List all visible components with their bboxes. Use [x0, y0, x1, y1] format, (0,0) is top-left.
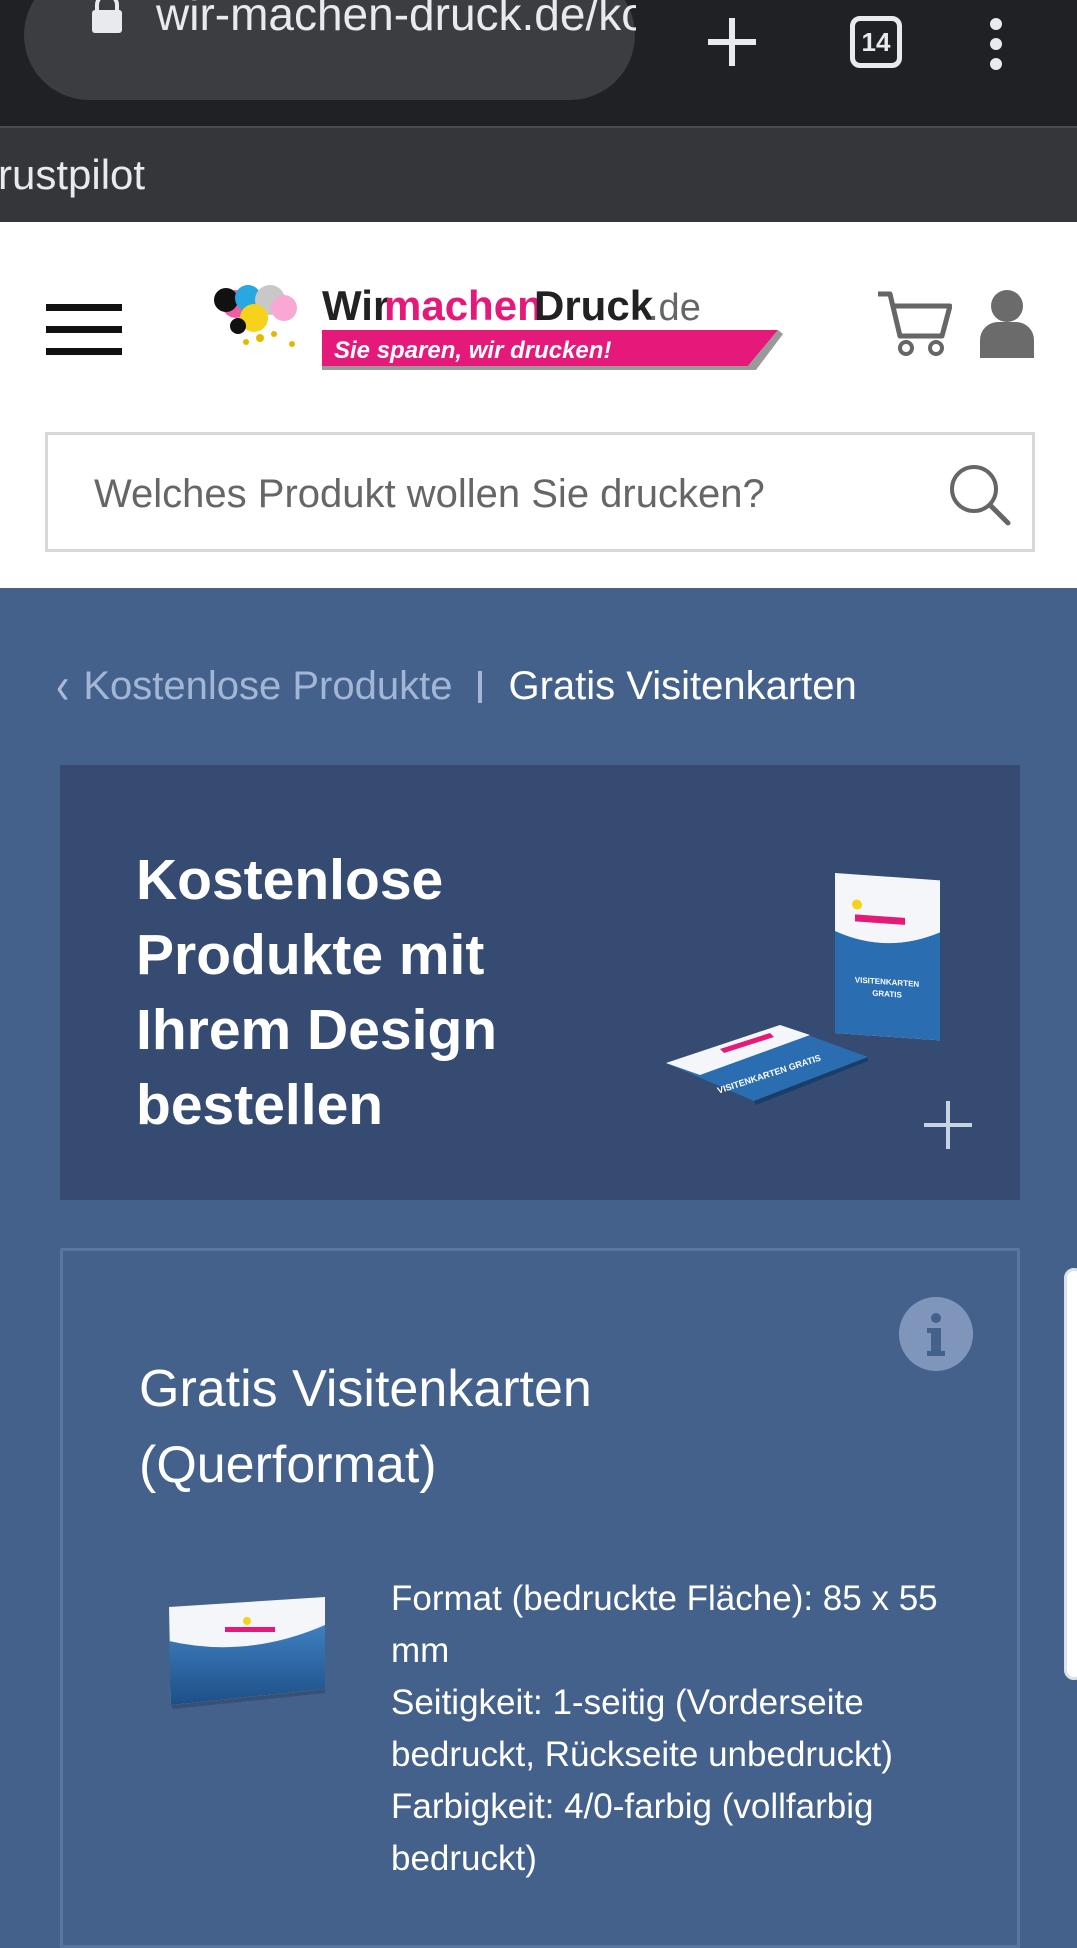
- breadcrumb-link-kostenlose-produkte[interactable]: Kostenlose Produkte: [83, 664, 452, 708]
- tab-switcher-icon[interactable]: 14: [850, 16, 902, 68]
- chevron-left-icon[interactable]: ‹: [56, 647, 69, 725]
- user-icon[interactable]: [978, 288, 1036, 358]
- product-title[interactable]: Gratis Visitenkarten (Querformat): [139, 1351, 739, 1503]
- product-specs: Format (bedruckte Fläche): 85 x 55 mm Se…: [391, 1573, 951, 1885]
- hero-banner[interactable]: Kostenlose Produkte mit Ihrem Design bes…: [60, 765, 1020, 1200]
- info-icon[interactable]: [899, 1297, 973, 1371]
- spec-farbigkeit: Farbigkeit: 4/0-farbig (vollfarbig bedru…: [391, 1787, 874, 1878]
- bookmark-bar: rustpilot: [0, 126, 1077, 222]
- browser-toolbar: wir-machen-druck.de/kostenlose-produkte …: [0, 0, 1077, 126]
- spec-seitigkeit: Seitigkeit: 1-seitig (Vorderseite bedruc…: [391, 1683, 893, 1774]
- breadcrumb-separator: [478, 671, 483, 703]
- cart-icon[interactable]: [876, 288, 952, 358]
- breadcrumb-current: Gratis Visitenkarten: [508, 664, 857, 708]
- bookmark-bar-text[interactable]: rustpilot: [0, 148, 145, 202]
- product-card[interactable]: Gratis Visitenkarten (Querformat) Format…: [60, 1248, 1020, 1948]
- product-thumbnail[interactable]: [163, 1581, 343, 1721]
- hero-title: Kostenlose Produkte mit Ihrem Design bes…: [136, 848, 498, 1137]
- search-input[interactable]: [92, 465, 916, 523]
- expand-plus-icon[interactable]: [922, 1099, 974, 1151]
- lock-icon: [92, 0, 122, 33]
- spec-format: Format (bedruckte Fläche): 85 x 55 mm: [391, 1579, 938, 1670]
- hamburger-icon[interactable]: [46, 304, 122, 356]
- site-header: Wir machen Druck .de Sie sparen, wir dru…: [0, 222, 1077, 588]
- scrollbar-handle[interactable]: [1064, 1268, 1077, 1680]
- search-box[interactable]: [45, 432, 1035, 552]
- kebab-menu-icon[interactable]: [976, 14, 1016, 74]
- address-bar[interactable]: wir-machen-druck.de/kostenlose-produkte: [24, 0, 636, 100]
- search-icon[interactable]: [948, 463, 1012, 527]
- svg-text:Wir: Wir: [322, 282, 389, 329]
- svg-text:.de: .de: [648, 287, 701, 329]
- breadcrumb: ‹ Kostenlose Produkte Gratis Visitenkarten: [56, 656, 1036, 716]
- svg-text:Sie sparen, wir drucken!: Sie sparen, wir drucken!: [334, 337, 611, 364]
- site-logo[interactable]: Wir machen Druck .de Sie sparen, wir dru…: [208, 274, 783, 384]
- business-cards-image: VISITENKARTEN GRATIS VISITENKARTEN GRATI…: [666, 873, 940, 1105]
- svg-text:machen: machen: [384, 282, 543, 329]
- new-tab-plus-icon[interactable]: [700, 10, 764, 74]
- svg-text:Druck: Druck: [534, 282, 654, 329]
- url-text[interactable]: wir-machen-druck.de/kostenlose-produkte: [156, 0, 636, 44]
